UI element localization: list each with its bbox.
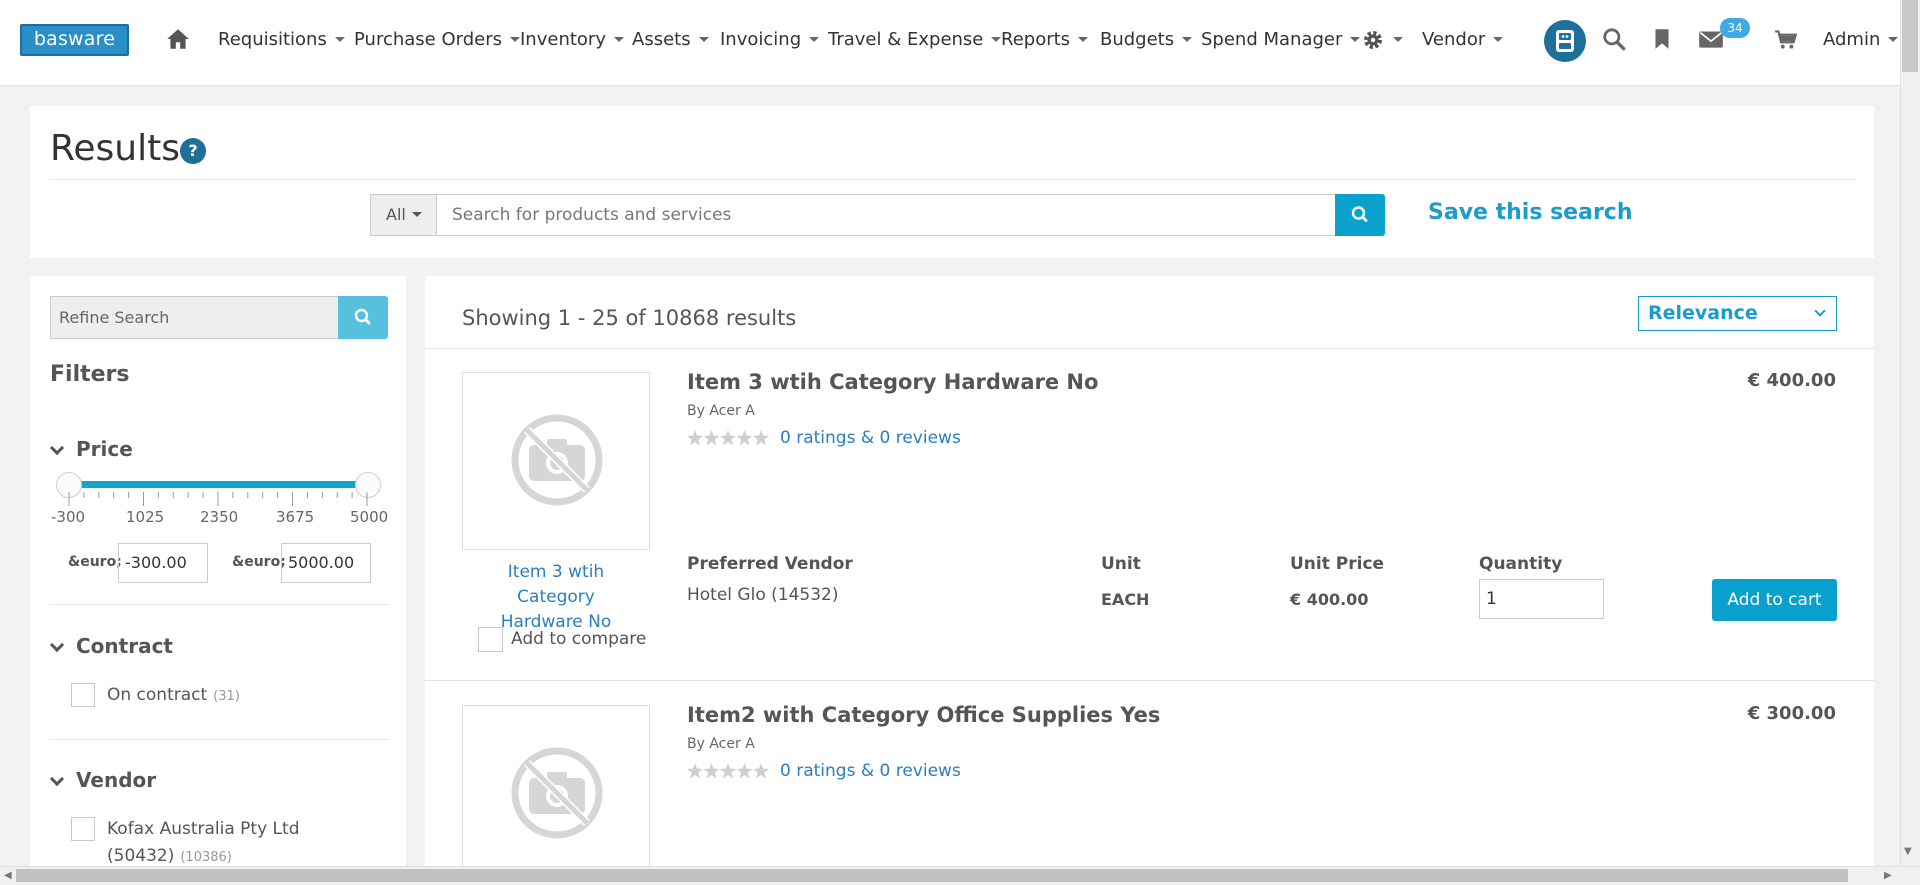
- horizontal-scrollbar-thumb[interactable]: [16, 869, 1848, 882]
- on-contract-checkbox[interactable]: [71, 683, 95, 707]
- vertical-scrollbar[interactable]: [1900, 0, 1920, 866]
- scroll-left-arrow-icon[interactable]: ◀: [4, 870, 12, 881]
- min-price-currency-label: &euro;: [68, 554, 122, 570]
- scroll-right-arrow-icon[interactable]: ▶: [1884, 870, 1892, 881]
- star-rating-icon: [687, 430, 769, 446]
- page-title: Results: [50, 128, 180, 169]
- cart-icon[interactable]: [1773, 26, 1799, 52]
- preferred-vendor-header: Preferred Vendor: [687, 554, 853, 574]
- vendor-kofax-count: (10386): [180, 850, 232, 865]
- nav-purchase-orders[interactable]: Purchase Orders: [354, 28, 520, 52]
- price-tick-label: 2350: [200, 508, 239, 526]
- vendor-kofax-label: Kofax Australia Pty Ltd (50432) (10386): [107, 819, 300, 866]
- on-contract-count: (31): [213, 689, 240, 704]
- product-manufacturer: By Acer A: [687, 403, 755, 419]
- divider: [50, 604, 388, 605]
- search-scope-dropdown[interactable]: All: [370, 194, 436, 236]
- contract-section-toggle[interactable]: Contract: [49, 633, 173, 659]
- search-button[interactable]: [1335, 194, 1385, 236]
- nav-settings[interactable]: [1361, 28, 1403, 52]
- nav-budgets[interactable]: Budgets: [1100, 28, 1193, 52]
- product-title[interactable]: Item 3 wtih Category Hardware No: [687, 370, 1098, 394]
- search-input[interactable]: Search for products and services: [436, 194, 1336, 236]
- product-manufacturer: By Acer A: [687, 736, 755, 752]
- ratings-reviews-link[interactable]: 0 ratings & 0 reviews: [780, 428, 961, 448]
- nav-invoicing[interactable]: Invoicing: [720, 28, 820, 52]
- quantity-header: Quantity: [1479, 554, 1563, 574]
- filters-title: Filters: [50, 362, 130, 387]
- min-price-input[interactable]: -300.00: [118, 543, 208, 583]
- max-price-currency-label: &euro;: [232, 554, 286, 570]
- sort-dropdown[interactable]: Relevance: [1638, 296, 1837, 331]
- save-search-link[interactable]: Save this search: [1428, 200, 1633, 225]
- nav-assets[interactable]: Assets: [632, 28, 709, 52]
- product-price: € 400.00: [1747, 370, 1836, 391]
- price-slider-track[interactable]: [68, 481, 370, 488]
- price-tick-label: 3675: [276, 508, 315, 526]
- nav-spend-manager[interactable]: Spend Manager: [1201, 28, 1361, 52]
- divider: [50, 179, 1856, 180]
- help-icon[interactable]: ?: [180, 138, 206, 164]
- assistant-robot-icon[interactable]: [1544, 20, 1586, 62]
- price-slider-ticks: [68, 492, 368, 506]
- top-navigation: basware Requisitions Purchase Orders Inv…: [0, 0, 1900, 86]
- chevron-down-icon: [49, 637, 65, 653]
- messages-count-badge: 34: [1720, 18, 1750, 38]
- max-price-input[interactable]: 5000.00: [281, 543, 371, 583]
- product-price: € 300.00: [1747, 703, 1836, 724]
- nav-reports[interactable]: Reports: [1001, 28, 1089, 52]
- product-image-placeholder[interactable]: [462, 372, 650, 550]
- price-tick-label: 5000: [350, 508, 389, 526]
- add-to-compare-checkbox[interactable]: [478, 627, 503, 652]
- quantity-input[interactable]: 1: [1479, 579, 1604, 619]
- unit-price-header: Unit Price: [1290, 554, 1385, 574]
- chevron-down-icon: [49, 771, 65, 787]
- results-summary: Showing 1 - 25 of 10868 results: [462, 306, 797, 330]
- add-to-compare-label: Add to compare: [511, 629, 647, 649]
- chevron-down-icon: [1814, 305, 1826, 317]
- search-icon[interactable]: [1601, 26, 1627, 52]
- price-tick-label: -300: [51, 508, 86, 526]
- on-contract-label: On contract (31): [107, 685, 240, 705]
- no-image-icon: [511, 747, 603, 839]
- product-title[interactable]: Item2 with Category Office Supplies Yes: [687, 703, 1160, 727]
- user-menu[interactable]: Admin: [1823, 28, 1899, 52]
- basware-logo[interactable]: basware: [20, 24, 129, 56]
- home-icon[interactable]: [165, 26, 191, 52]
- nav-vendor[interactable]: Vendor: [1422, 28, 1504, 52]
- no-image-icon: [511, 414, 603, 506]
- gear-icon: [1364, 31, 1382, 49]
- search-icon: [1351, 206, 1368, 222]
- ratings-reviews-link[interactable]: 0 ratings & 0 reviews: [780, 761, 961, 781]
- nav-inventory[interactable]: Inventory: [520, 28, 624, 52]
- refine-search-input[interactable]: Refine Search: [50, 296, 339, 339]
- unit-price-value: € 400.00: [1290, 590, 1369, 609]
- vertical-scrollbar-thumb[interactable]: [1902, 0, 1918, 72]
- add-to-cart-button[interactable]: Add to cart: [1712, 579, 1837, 621]
- refine-search-button[interactable]: [338, 296, 388, 339]
- preferred-vendor-value: Hotel Glo (14532): [687, 585, 839, 605]
- vendor-section-toggle[interactable]: Vendor: [49, 767, 156, 793]
- product-image-placeholder[interactable]: [462, 705, 650, 875]
- vendor-kofax-checkbox[interactable]: [71, 817, 95, 841]
- divider: [425, 680, 1874, 681]
- chevron-down-icon: [49, 440, 65, 456]
- bookmark-icon[interactable]: [1649, 26, 1675, 52]
- divider: [425, 348, 1874, 349]
- price-section-toggle[interactable]: Price: [49, 436, 133, 462]
- price-tick-label: 1025: [126, 508, 165, 526]
- scroll-down-arrow-icon[interactable]: ▼: [1904, 846, 1912, 857]
- unit-header: Unit: [1101, 554, 1141, 574]
- divider: [50, 739, 388, 740]
- nav-travel-expense[interactable]: Travel & Expense: [828, 28, 1002, 52]
- unit-value: EACH: [1101, 590, 1150, 609]
- nav-requisitions[interactable]: Requisitions: [218, 28, 345, 52]
- star-rating-icon: [687, 763, 769, 779]
- product-name-link[interactable]: Item 3 wtih Category Hardware No: [470, 560, 642, 635]
- search-icon: [354, 308, 371, 325]
